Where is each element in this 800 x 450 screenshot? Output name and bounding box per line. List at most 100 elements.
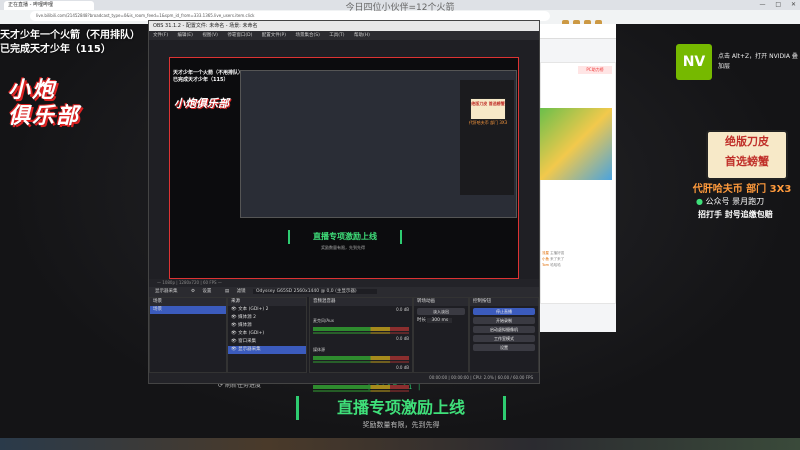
queue-line: 天才少年一个火箭（不用排队） — [0, 30, 140, 41]
menu-edit[interactable]: 编辑(E) — [178, 33, 193, 38]
eye-icon[interactable]: 👁 — [231, 331, 237, 336]
filters-label: 滤镜 — [236, 289, 246, 294]
sources-header: 来源 — [228, 298, 306, 306]
eye-icon[interactable]: 👁 — [231, 323, 237, 328]
skin-badge: 绝版刀皮 首选螃蟹 — [706, 130, 788, 180]
preview-queue-line2: 已完成天才少年（115） — [173, 77, 229, 83]
volume-meter — [313, 356, 409, 360]
mixer-channel: 麦克风/Aux 0.0 dB — [310, 306, 412, 335]
channel-name: 媒体源 — [313, 347, 325, 352]
close-button[interactable]: ✕ — [791, 1, 796, 8]
room-header — [538, 24, 616, 39]
game-strip — [0, 438, 800, 450]
menu-docks[interactable]: 停靠窗口(D) — [227, 33, 252, 38]
chat-user[interactable]: 流星 — [542, 251, 549, 255]
rank-badge[interactable]: PC助力榜 — [578, 66, 612, 74]
source-label: 媒体源 2 — [238, 315, 256, 320]
extension-icons[interactable] — [560, 12, 796, 27]
promo-line-3: 招打手 封号追缴包赔 — [698, 210, 773, 219]
duration-row: 时长 300 ms — [414, 317, 468, 325]
menu-file[interactable]: 文件(F) — [153, 33, 168, 38]
transitions-dock: 转场动画 淡入淡出 时长 300 ms — [413, 297, 469, 373]
volume-slider[interactable] — [313, 332, 409, 334]
virtual-camera-button[interactable]: 启动虚拟摄像机 — [473, 326, 535, 333]
nvidia-logo-icon: NV — [676, 44, 712, 80]
chat-text: 主播好强 — [550, 251, 565, 255]
chat-list: 流星 主播好强 小鱼 来了来了 Tom 哈哈哈 — [542, 250, 610, 268]
promo-line-2: ● 公众号 景月跑刀 — [696, 196, 764, 207]
source-item[interactable]: 👁 窗口采集 — [228, 338, 306, 346]
menu-tools[interactable]: 工具(T) — [329, 33, 344, 38]
obs-preview[interactable]: 天才少年一个火箭（不用排队） 已完成天才少年（115） 小炮俱乐部 绝版刀皮 首… — [169, 57, 519, 279]
volume-slider[interactable] — [313, 390, 409, 392]
filter-icon: ▤ — [224, 289, 230, 294]
sources-dock: 来源 👁 文本 (GDI+) 2 👁 媒体源 2 👁 媒体源 👁 文本 (GDI… — [227, 297, 307, 373]
menu-profile[interactable]: 配置文件(P) — [262, 33, 286, 38]
source-name: 显示器采集 — [155, 289, 178, 294]
controls-dock: 控制按钮 停止直播 开始录制 启动虚拟摄像机 工作室模式 设置 — [469, 297, 539, 373]
chat-user[interactable]: Tom — [542, 263, 549, 267]
settings-label: 设置 — [202, 289, 212, 294]
stop-stream-button[interactable]: 停止直播 — [473, 308, 535, 315]
source-item[interactable]: 👁 文本 (GDI+) 2 — [228, 306, 306, 314]
menu-help[interactable]: 帮助(H) — [354, 33, 370, 38]
preview-promo-line: 代肝哈夫币 部门 3X3 — [468, 120, 508, 125]
preview-queue-text: 天才少年一个火箭（不用排队） 已完成天才少年（115） — [173, 70, 243, 84]
channel-db: 0.0 dB — [396, 365, 409, 370]
chat-text: 哈哈哈 — [550, 263, 561, 267]
promo-prefix: 公众号 — [705, 197, 730, 206]
channel-name: 麦克风/Aux — [313, 318, 334, 323]
duration-input[interactable]: 300 ms — [427, 318, 453, 323]
game-banner-image[interactable] — [540, 108, 612, 180]
obs-menu-bar: 文件(F) 编辑(E) 视图(V) 停靠窗口(D) 配置文件(P) 场景集合(S… — [149, 31, 539, 40]
club-logo: 小炮 俱乐部 — [8, 78, 108, 138]
volume-slider[interactable] — [313, 361, 409, 363]
chat-message: Tom 哈哈哈 — [542, 262, 610, 268]
preview-promo-sub: 奖励数量有限，先到先得 — [321, 245, 365, 250]
club-logo-line1: 小炮 — [8, 78, 57, 103]
browser-tab[interactable]: 正在直播 - 哔哩哔哩 — [4, 1, 94, 10]
eye-icon[interactable]: 👁 — [231, 315, 237, 320]
source-item[interactable]: 👁 媒体源 2 — [228, 314, 306, 322]
obs-status-bar: 00:00:00 | 00:00:00 | CPU: 2.0% | 60.00 … — [149, 373, 539, 383]
source-item[interactable]: 👁 显示器采集 — [228, 346, 306, 354]
eye-icon[interactable]: 👁 — [231, 347, 237, 352]
minimize-button[interactable]: — — [759, 1, 765, 8]
scenes-dock: 场景 场景 — [149, 297, 227, 373]
wechat-icon: ● — [696, 197, 703, 206]
menu-view[interactable]: 视图(V) — [202, 33, 218, 38]
promo-subtitle: 奖励数量有限，先到先得 — [362, 421, 440, 429]
transitions-header: 转场动画 — [414, 298, 468, 306]
channel-db: 0.0 dB — [396, 336, 409, 341]
display-select[interactable]: Odyssey G65SD 2560x1440 @ 0,0 (主显示器) — [253, 289, 377, 294]
chat-text: 来了来了 — [550, 257, 565, 261]
dock-tab-bar: — 1080p | 1280x720 | 60 FPS — — [149, 279, 539, 287]
channel-db: 0.0 dB — [396, 307, 409, 312]
filters-button[interactable]: ▤ 滤镜 — [219, 289, 246, 294]
preview-skin-badge: 绝版刀皮 首选螃蟹 — [470, 98, 506, 120]
settings-button[interactable]: 设置 — [473, 344, 535, 351]
source-item[interactable]: 👁 媒体源 — [228, 322, 306, 330]
obs-title-bar[interactable]: OBS 31.1.2 - 配置文件: 未命名 - 场景: 未命名 — [149, 21, 539, 31]
mixer-header: 音频混音器 — [310, 298, 412, 306]
mixer-channel: 媒体源 0.0 dB — [310, 335, 412, 364]
nvidia-overlay-tip: 点击 Alt+Z，打开 NVIDIA 叠加层 — [718, 53, 798, 70]
settings-button[interactable]: ⚙ 设置 — [185, 289, 211, 294]
source-label: 窗口采集 — [238, 339, 257, 344]
menu-scene-collection[interactable]: 场景集合(S) — [295, 33, 319, 38]
skin-line1: 绝版刀皮 — [725, 135, 769, 148]
volume-meter — [313, 327, 409, 331]
source-item[interactable]: 👁 文本 (GDI+) — [228, 330, 306, 338]
start-recording-button[interactable]: 开始录制 — [473, 317, 535, 324]
transition-type-select[interactable]: 淡入淡出 — [417, 308, 465, 315]
window-controls: — □ ✕ — [720, 1, 800, 10]
eye-icon[interactable]: 👁 — [231, 339, 237, 344]
queue-done-line: 已完成天才少年（115） — [0, 44, 111, 55]
eye-icon[interactable]: 👁 — [231, 307, 237, 312]
studio-mode-button[interactable]: 工作室模式 — [473, 335, 535, 342]
chat-user[interactable]: 小鱼 — [542, 257, 549, 261]
obs-window: OBS 31.1.2 - 配置文件: 未命名 - 场景: 未命名 文件(F) 编… — [148, 20, 540, 392]
duration-label: 时长 — [417, 318, 426, 323]
scene-item[interactable]: 场景 — [150, 306, 226, 314]
maximize-button[interactable]: □ — [775, 1, 781, 8]
